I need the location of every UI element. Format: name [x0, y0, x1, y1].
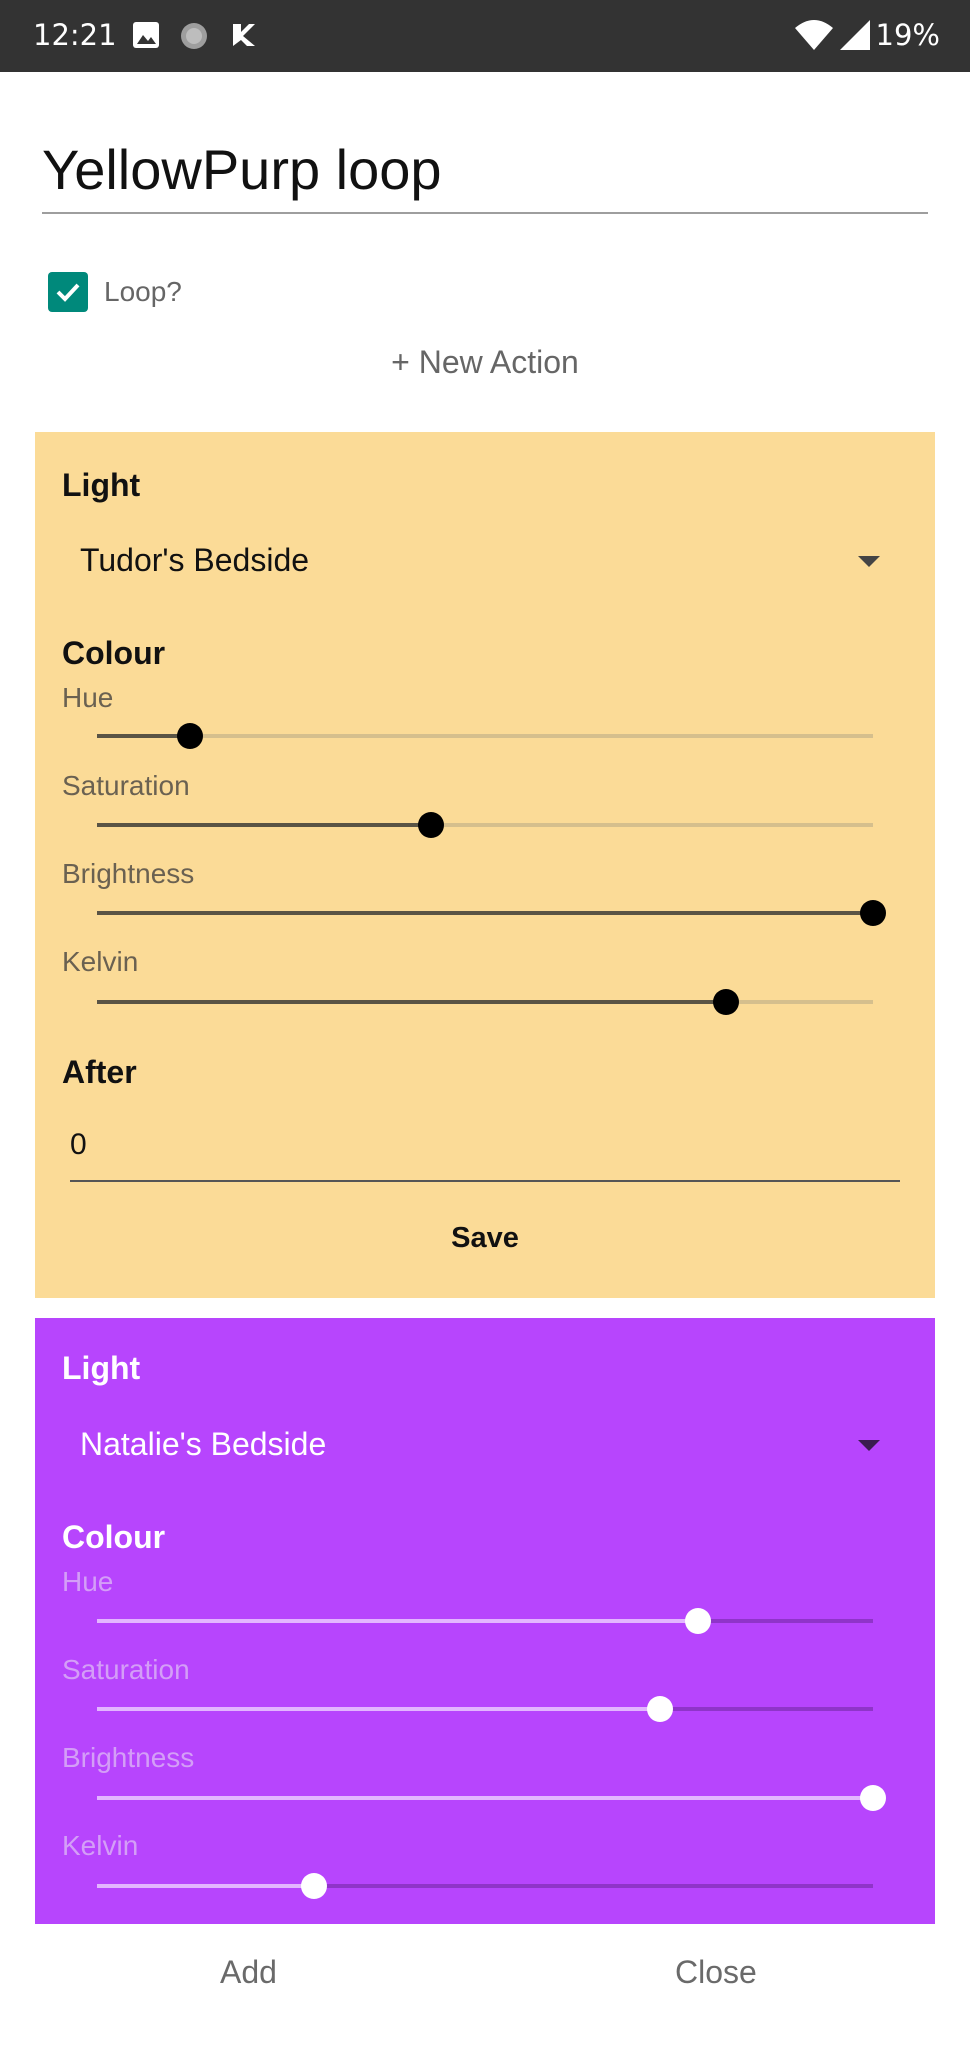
dropdown-arrow-icon: [858, 556, 880, 567]
dropdown-arrow-icon: [858, 1440, 880, 1451]
after-input[interactable]: 0: [70, 1112, 900, 1182]
slider-fill: [97, 1884, 315, 1888]
light-dropdown-value: Natalie's Bedside: [80, 1426, 327, 1462]
status-time: 12:21: [33, 18, 117, 52]
action-card-2: Light Natalie's Bedside Colour Hue Satur…: [35, 1318, 935, 1924]
brightness-slider[interactable]: [97, 1778, 886, 1818]
hue-slider[interactable]: [97, 1601, 873, 1641]
light-label: Light: [62, 467, 141, 503]
slider-thumb[interactable]: [712, 989, 739, 1015]
light-dropdown-value: Tudor's Bedside: [80, 542, 310, 578]
light-dropdown[interactable]: Tudor's Bedside: [80, 534, 910, 594]
new-action-button[interactable]: + New Action: [0, 344, 970, 381]
slider-thumb[interactable]: [301, 1873, 328, 1899]
hue-label: Hue: [62, 682, 114, 713]
slider-fill: [97, 823, 431, 827]
slider-thumb[interactable]: [860, 1785, 886, 1811]
light-label: Light: [62, 1350, 141, 1386]
saturation-slider[interactable]: [97, 805, 873, 845]
slider-fill: [97, 911, 873, 915]
slider-thumb[interactable]: [646, 1696, 673, 1722]
slider-fill: [97, 1619, 699, 1623]
brightness-label: Brightness: [62, 1742, 195, 1773]
after-label: After: [62, 1054, 137, 1090]
saturation-label: Saturation: [62, 1654, 190, 1685]
dialog-button-bar: Add Close: [0, 1924, 970, 2048]
sequence-name-input[interactable]: YellowPurp loop: [42, 128, 928, 214]
save-button[interactable]: Save: [35, 1222, 935, 1255]
battery-percentage: 19%: [875, 18, 940, 52]
kelvin-label: Kelvin: [62, 1830, 139, 1861]
colour-label: Colour: [62, 635, 166, 671]
loop-checkbox[interactable]: [48, 272, 88, 312]
slider-thumb[interactable]: [417, 812, 444, 838]
slider-track: [97, 734, 873, 738]
hue-label: Hue: [62, 1566, 114, 1597]
sequence-name-value: YellowPurp loop: [42, 138, 442, 201]
brightness-label: Brightness: [62, 858, 195, 889]
colour-label: Colour: [62, 1519, 166, 1555]
status-bar: 12:21 19%: [0, 0, 970, 72]
kelvin-slider[interactable]: [97, 1866, 873, 1906]
image-icon: [131, 20, 161, 55]
slider-fill: [97, 1796, 873, 1800]
circle-app-icon: [178, 20, 210, 57]
slider-fill: [97, 1707, 660, 1711]
slider-fill: [97, 1000, 726, 1004]
kelvin-slider[interactable]: [97, 982, 873, 1022]
slider-thumb[interactable]: [177, 723, 204, 749]
signal-icon: [838, 18, 872, 57]
tasks-icon: [229, 20, 259, 55]
action-card-1: Light Tudor's Bedside Colour Hue Saturat…: [35, 432, 935, 1298]
wifi-icon: [794, 18, 834, 57]
slider-thumb[interactable]: [685, 1608, 712, 1634]
brightness-slider[interactable]: [97, 893, 886, 933]
hue-slider[interactable]: [97, 716, 873, 756]
add-button[interactable]: Add: [220, 1954, 277, 1991]
light-dropdown[interactable]: Natalie's Bedside: [80, 1418, 910, 1478]
checkmark-icon: [56, 283, 80, 302]
saturation-slider[interactable]: [97, 1689, 873, 1729]
after-value: 0: [70, 1128, 87, 1161]
loop-label: Loop?: [104, 276, 182, 307]
saturation-label: Saturation: [62, 770, 190, 801]
kelvin-label: Kelvin: [62, 946, 139, 977]
close-button[interactable]: Close: [675, 1954, 757, 1991]
slider-thumb[interactable]: [860, 900, 886, 926]
loop-checkbox-row[interactable]: Loop?: [48, 270, 182, 314]
